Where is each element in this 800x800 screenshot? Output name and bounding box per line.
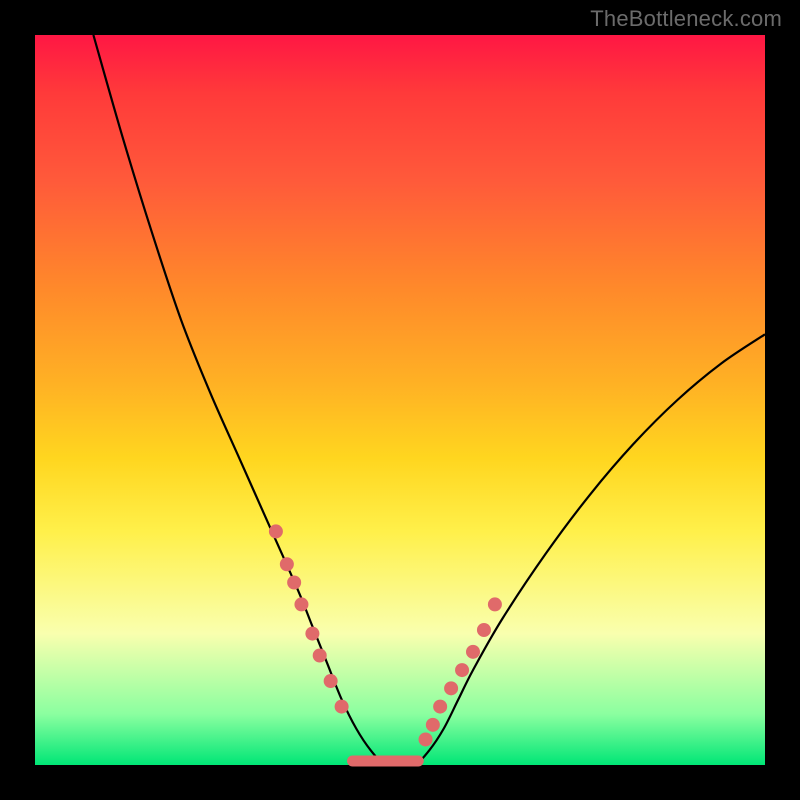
chart-frame: TheBottleneck.com xyxy=(0,0,800,800)
watermark-text: TheBottleneck.com xyxy=(590,6,782,32)
curve-layer xyxy=(35,35,765,765)
sample-dot xyxy=(455,663,469,677)
sample-dot xyxy=(444,681,458,695)
sample-dot xyxy=(294,597,308,611)
sample-dot xyxy=(287,576,301,590)
sample-dot xyxy=(426,718,440,732)
sample-dot xyxy=(433,700,447,714)
plot-area xyxy=(35,35,765,765)
sample-dot xyxy=(477,623,491,637)
sample-dot xyxy=(280,557,294,571)
sample-dot xyxy=(419,732,433,746)
sample-dot xyxy=(305,627,319,641)
sample-dot xyxy=(466,645,480,659)
sample-dot xyxy=(488,597,502,611)
sample-dot xyxy=(313,649,327,663)
sample-dot xyxy=(335,700,349,714)
bottleneck-curve xyxy=(93,35,765,766)
sample-dots-group xyxy=(269,524,502,746)
sample-dot xyxy=(324,674,338,688)
sample-dot xyxy=(269,524,283,538)
